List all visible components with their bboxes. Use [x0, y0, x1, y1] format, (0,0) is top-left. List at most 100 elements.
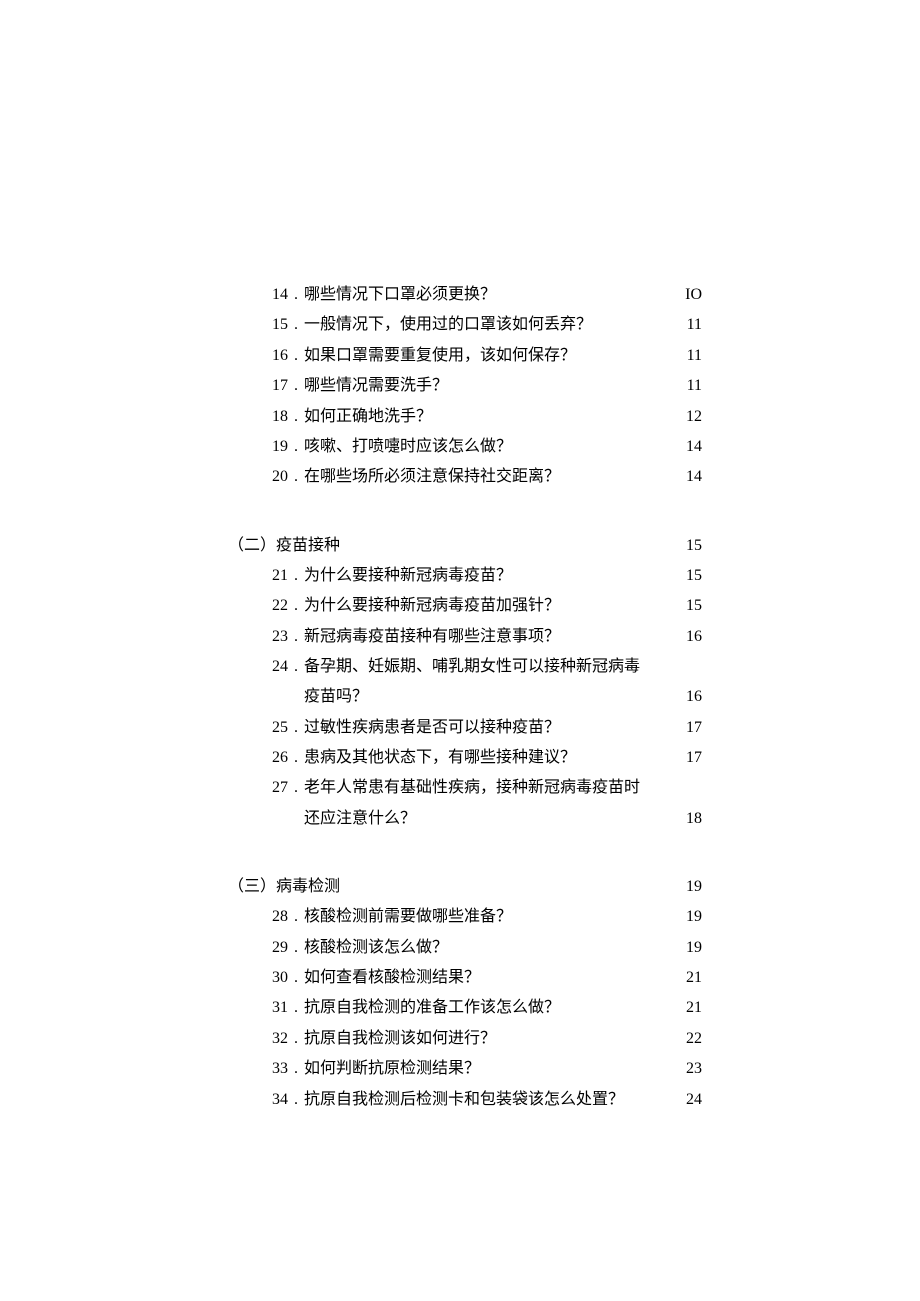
entry-text: 抗原自我检测后检测卡和包装袋该怎么处置？ [304, 1085, 670, 1115]
entry-number: 22 [228, 591, 294, 621]
toc-entry: 22 . 为什么要接种新冠病毒疫苗加强针？ 15 [228, 591, 702, 621]
entry-number: 31 [228, 993, 294, 1023]
entry-dot: . [294, 561, 304, 591]
entry-number: 28 [228, 902, 294, 932]
entry-page: IO [678, 280, 702, 310]
entry-number: 15 [228, 310, 294, 340]
entry-text: 核酸检测前需要做哪些准备？ [304, 902, 670, 932]
entry-dot: . [294, 371, 304, 401]
entry-dot: . [294, 280, 304, 310]
toc-entry: 25 . 过敏性疾病患者是否可以接种疫苗？ 17 [228, 713, 702, 743]
entry-text: 老年人常患有基础性疾病，接种新冠病毒疫苗时 [304, 773, 670, 803]
toc-section-header: （三）病毒检测 19 [228, 872, 702, 896]
entry-page: 17 [678, 713, 702, 743]
toc-entry: 34 . 抗原自我检测后检测卡和包装袋该怎么处置？ 24 [228, 1085, 702, 1115]
toc-entry: 30 . 如何查看核酸检测结果？ 21 [228, 963, 702, 993]
entry-number: 30 [228, 963, 294, 993]
entry-dot: . [294, 743, 304, 773]
toc-page: 14 . 哪些情况下口罩必须更换？ IO 15 . 一般情况下，使用过的口罩该如… [0, 0, 920, 1115]
toc-entry: 31 . 抗原自我检测的准备工作该怎么做？ 21 [228, 993, 702, 1023]
entry-number: 18 [228, 402, 294, 432]
entry-dot: . [294, 1054, 304, 1084]
toc-entry: 15 . 一般情况下，使用过的口罩该如何丢弃？ 11 [228, 310, 702, 340]
entry-text: 一般情况下，使用过的口罩该如何丢弃？ [304, 310, 670, 340]
entry-dot: . [294, 652, 304, 713]
entry-dot: . [294, 902, 304, 932]
entry-page: 11 [678, 371, 702, 401]
entry-text: 如何正确地洗手？ [304, 402, 670, 432]
entry-page: 12 [678, 402, 702, 432]
entry-page: 14 [678, 432, 702, 462]
entry-text-cont: 还应注意什么？ [304, 804, 670, 834]
entry-dot: . [294, 432, 304, 462]
entry-page: 15 [678, 591, 702, 621]
toc-section-header: （二）疫苗接种 15 [228, 531, 702, 555]
section-page: 19 [678, 878, 702, 896]
entry-text: 咳嗽、打喷嚏时应该怎么做？ [304, 432, 670, 462]
section-title: （三）病毒检测 [228, 872, 340, 896]
entry-page: 19 [678, 902, 702, 932]
entry-text: 哪些情况需要洗手？ [304, 371, 670, 401]
toc-entry: 28 . 核酸检测前需要做哪些准备？ 19 [228, 902, 702, 932]
entry-text: 抗原自我检测该如何进行？ [304, 1024, 670, 1054]
toc-entry: 24 . 备孕期、妊娠期、哺乳期女性可以接种新冠病毒 疫苗吗？ 16 [228, 652, 702, 713]
entry-number: 24 [228, 652, 294, 713]
toc-entry: 29 . 核酸检测该怎么做？ 19 [228, 933, 702, 963]
entry-number: 32 [228, 1024, 294, 1054]
entry-dot: . [294, 773, 304, 834]
toc-entry: 23 . 新冠病毒疫苗接种有哪些注意事项？ 16 [228, 622, 702, 652]
toc-entry: 26 . 患病及其他状态下，有哪些接种建议？ 17 [228, 743, 702, 773]
entry-page: 21 [678, 993, 702, 1023]
entry-text: 在哪些场所必须注意保持社交距离？ [304, 462, 670, 492]
entry-page: 16 [678, 622, 702, 652]
entry-text-cont: 疫苗吗？ [304, 682, 670, 712]
entry-dot: . [294, 591, 304, 621]
entry-number: 19 [228, 432, 294, 462]
toc-entry: 32 . 抗原自我检测该如何进行？ 22 [228, 1024, 702, 1054]
section-title: （二）疫苗接种 [228, 531, 340, 555]
toc-entry: 21 . 为什么要接种新冠病毒疫苗？ 15 [228, 561, 702, 591]
entry-text: 为什么要接种新冠病毒疫苗加强针？ [304, 591, 670, 621]
entry-page: 18 [678, 804, 702, 834]
toc-entry: 19 . 咳嗽、打喷嚏时应该怎么做？ 14 [228, 432, 702, 462]
toc-entry: 14 . 哪些情况下口罩必须更换？ IO [228, 280, 702, 310]
entry-page: 22 [678, 1024, 702, 1054]
entry-dot: . [294, 993, 304, 1023]
entry-number: 33 [228, 1054, 294, 1084]
entry-number: 17 [228, 371, 294, 401]
entry-dot: . [294, 622, 304, 652]
entry-text: 新冠病毒疫苗接种有哪些注意事项？ [304, 622, 670, 652]
entry-dot: . [294, 713, 304, 743]
entry-text: 如果口罩需要重复使用，该如何保存？ [304, 341, 670, 371]
entry-page: 16 [678, 682, 702, 712]
entry-dot: . [294, 462, 304, 492]
entry-number: 26 [228, 743, 294, 773]
toc-entry: 27 . 老年人常患有基础性疾病，接种新冠病毒疫苗时 还应注意什么？ 18 [228, 773, 702, 834]
entry-dot: . [294, 1085, 304, 1115]
entry-page: 17 [678, 743, 702, 773]
entry-number: 16 [228, 341, 294, 371]
entry-text: 如何查看核酸检测结果？ [304, 963, 670, 993]
entry-text: 核酸检测该怎么做？ [304, 933, 670, 963]
entry-text: 备孕期、妊娠期、哺乳期女性可以接种新冠病毒 [304, 652, 670, 682]
toc-entry: 20 . 在哪些场所必须注意保持社交距离？ 14 [228, 462, 702, 492]
entry-number: 21 [228, 561, 294, 591]
entry-number: 14 [228, 280, 294, 310]
entry-page: 11 [678, 310, 702, 340]
toc-entry: 18 . 如何正确地洗手？ 12 [228, 402, 702, 432]
entry-page: 14 [678, 462, 702, 492]
entry-page: 23 [678, 1054, 702, 1084]
entry-text: 如何判断抗原检测结果？ [304, 1054, 670, 1084]
entry-number: 29 [228, 933, 294, 963]
toc-entry: 17 . 哪些情况需要洗手？ 11 [228, 371, 702, 401]
entry-text: 患病及其他状态下，有哪些接种建议？ [304, 743, 670, 773]
entry-number: 20 [228, 462, 294, 492]
entry-dot: . [294, 341, 304, 371]
entry-number: 34 [228, 1085, 294, 1115]
entry-text: 哪些情况下口罩必须更换？ [304, 280, 670, 310]
entry-dot: . [294, 963, 304, 993]
entry-number: 25 [228, 713, 294, 743]
entry-dot: . [294, 402, 304, 432]
entry-dot: . [294, 1024, 304, 1054]
section-page: 15 [678, 537, 702, 555]
